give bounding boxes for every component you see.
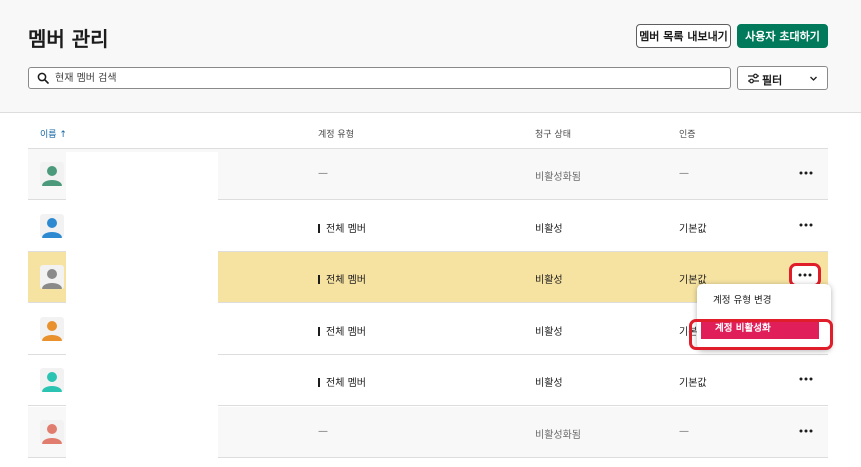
page-header: 멤버 관리 멤버 목록 내보내기 사용자 초대하기 필터 bbox=[0, 0, 861, 113]
account-type-text: 전체 멤버 bbox=[326, 223, 366, 235]
more-actions-button[interactable] bbox=[796, 422, 816, 440]
billing-status-cell: 비활성 bbox=[535, 223, 563, 235]
person-icon bbox=[40, 162, 64, 186]
account-type-cell: 전체 멤버 bbox=[318, 220, 366, 235]
avatar[interactable] bbox=[40, 162, 64, 186]
filter-label: 필터 bbox=[762, 74, 783, 87]
search-box[interactable] bbox=[28, 67, 731, 89]
ellipsis-icon bbox=[799, 223, 813, 226]
billing-status-cell: 비활성 bbox=[535, 378, 563, 389]
column-header-name[interactable]: 이름 ↑ bbox=[40, 127, 67, 140]
account-type-text: 전체 멤버 bbox=[326, 378, 366, 389]
search-icon bbox=[37, 72, 49, 84]
avatar[interactable] bbox=[40, 265, 64, 289]
authentication-cell: 기본값 bbox=[679, 223, 707, 235]
avatar[interactable] bbox=[40, 316, 64, 341]
person-icon bbox=[40, 265, 64, 289]
person-icon bbox=[40, 213, 64, 238]
search-input[interactable] bbox=[55, 70, 715, 86]
chevron-down-icon bbox=[810, 76, 817, 81]
account-type-marker bbox=[318, 275, 320, 284]
account-type-marker bbox=[318, 378, 320, 387]
column-header-account-type[interactable]: 계정 유형 bbox=[318, 127, 354, 140]
account-type-cell: — bbox=[318, 426, 328, 437]
column-header-billing-status[interactable]: 청구 상태 bbox=[535, 127, 571, 140]
sliders-icon bbox=[748, 73, 759, 84]
authentication-cell: — bbox=[679, 168, 689, 179]
billing-status-cell: 비활성 bbox=[535, 275, 563, 286]
account-type-cell: 전체 멤버 bbox=[318, 323, 366, 338]
more-actions-button[interactable] bbox=[796, 370, 816, 388]
column-header-authentication[interactable]: 인증 bbox=[679, 127, 696, 140]
export-members-button[interactable]: 멤버 목록 내보내기 bbox=[636, 24, 731, 48]
ellipsis-icon bbox=[799, 429, 813, 432]
authentication-cell: 기본값 bbox=[679, 378, 707, 389]
page-title: 멤버 관리 bbox=[28, 27, 109, 51]
authentication-cell: — bbox=[679, 425, 689, 437]
account-type-text: 전체 멤버 bbox=[326, 275, 366, 286]
billing-status-cell: 비활성 bbox=[535, 326, 563, 338]
annotation-highlight bbox=[689, 319, 833, 350]
filter-button[interactable]: 필터 bbox=[737, 66, 828, 90]
account-type-marker bbox=[318, 223, 320, 233]
person-icon bbox=[40, 368, 64, 392]
account-type-cell: — bbox=[318, 168, 328, 179]
account-type-text: 전체 멤버 bbox=[326, 326, 366, 338]
account-type-cell: 전체 멤버 bbox=[318, 271, 366, 286]
redacted-names bbox=[66, 152, 218, 462]
ellipsis-icon bbox=[799, 377, 813, 381]
account-type-text: — bbox=[318, 425, 328, 437]
avatar[interactable] bbox=[40, 419, 64, 444]
avatar[interactable] bbox=[40, 368, 64, 392]
ellipsis-icon bbox=[799, 171, 813, 175]
account-type-marker bbox=[318, 326, 320, 336]
billing-status-cell: 비활성화됨 bbox=[535, 429, 581, 441]
avatar[interactable] bbox=[40, 213, 64, 238]
ellipsis-icon bbox=[798, 273, 812, 277]
more-actions-button[interactable] bbox=[796, 216, 816, 234]
more-actions-button[interactable] bbox=[796, 164, 816, 182]
account-type-cell: 전체 멤버 bbox=[318, 374, 366, 389]
person-icon bbox=[40, 419, 64, 444]
billing-status-cell: 비활성화됨 bbox=[535, 172, 581, 183]
invite-users-button[interactable]: 사용자 초대하기 bbox=[737, 24, 828, 48]
person-icon bbox=[40, 316, 64, 341]
menu-item-change-account-type[interactable]: 계정 유형 변경 bbox=[697, 291, 831, 311]
account-type-text: — bbox=[318, 168, 328, 179]
